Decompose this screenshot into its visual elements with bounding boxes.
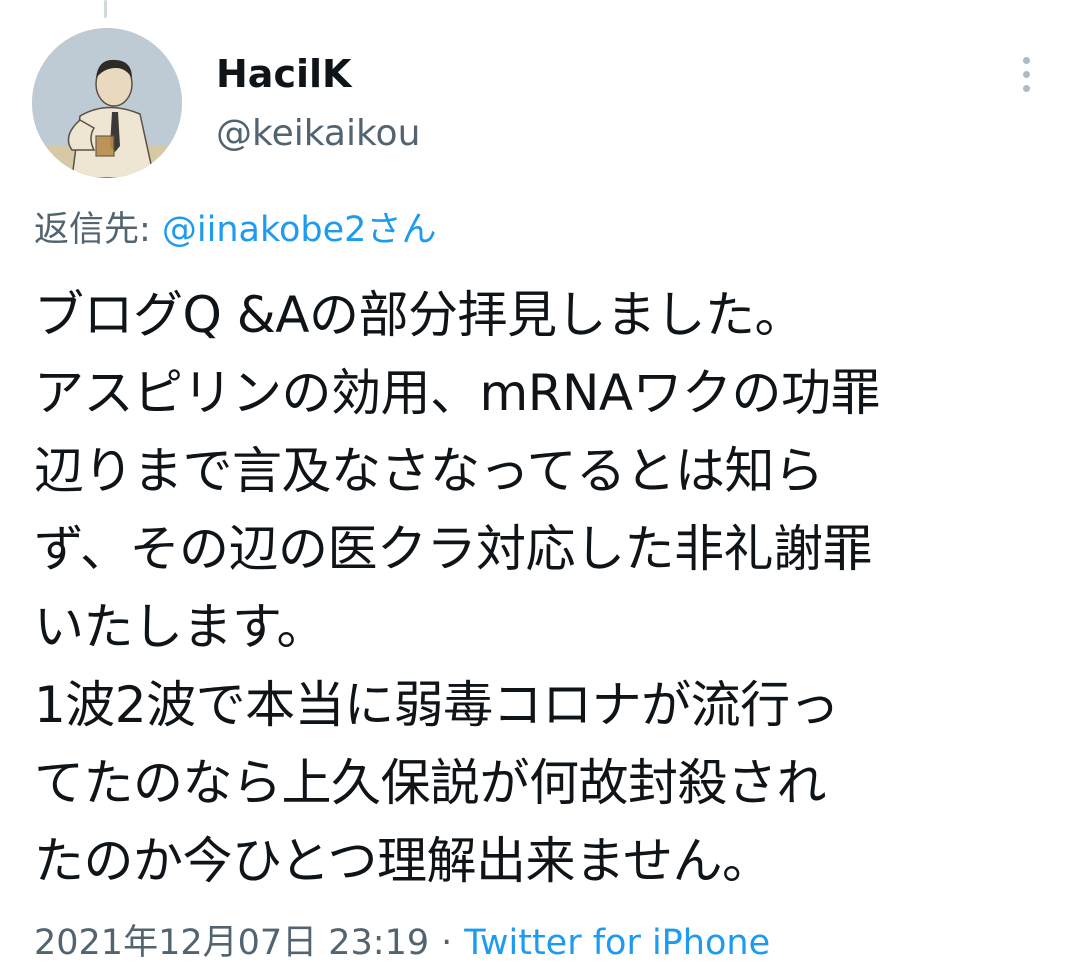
tweet-source-link[interactable]: Twitter for iPhone (464, 923, 770, 963)
tweet-text-line: ブログQ &Aの部分拝見しました。 (34, 286, 804, 344)
tweet-text: ブログQ &Aの部分拝見しました。 アスピリンの効用、mRNAワクの功罪 辺りま… (34, 276, 1054, 900)
author-handle[interactable]: @keikaikou (216, 112, 420, 156)
reply-mention-link[interactable]: @iinakobe2さん (162, 210, 437, 250)
tweet-timestamp[interactable]: 2021年12月07日 23:19 (34, 923, 429, 963)
thread-connector-line (104, 0, 107, 18)
tweet-text-line: 1波2波で本当に弱毒コロナが流行っ (34, 676, 840, 734)
tweet-text-line: たのか今ひとつ理解出来ません。 (34, 832, 772, 890)
more-vertical-icon-dot (1022, 84, 1030, 92)
reply-prefix: 返信先: (34, 210, 162, 250)
author-display-name[interactable]: HacilK (216, 52, 351, 96)
more-vertical-icon (1022, 56, 1030, 64)
tweet-text-line: いたします。 (34, 598, 327, 656)
reply-context: 返信先: @iinakobe2さん (34, 206, 436, 254)
more-vertical-icon-dot (1022, 70, 1030, 78)
more-options-button[interactable] (1004, 48, 1048, 100)
tweet-text-line: てたのなら上久保説が何故封殺され (34, 754, 827, 812)
tweet-meta: 2021年12月07日 23:19 · Twitter for iPhone (34, 918, 770, 968)
tweet-text-line: 辺りまで言及なさなってるとは知ら (34, 442, 824, 500)
tweet-text-line: アスピリンの効用、mRNAワクの功罪 (34, 364, 881, 422)
meta-separator: · (441, 923, 453, 963)
avatar[interactable] (32, 28, 182, 178)
tweet-text-line: ず、その辺の医クラ対応した非礼謝罪 (34, 520, 873, 578)
